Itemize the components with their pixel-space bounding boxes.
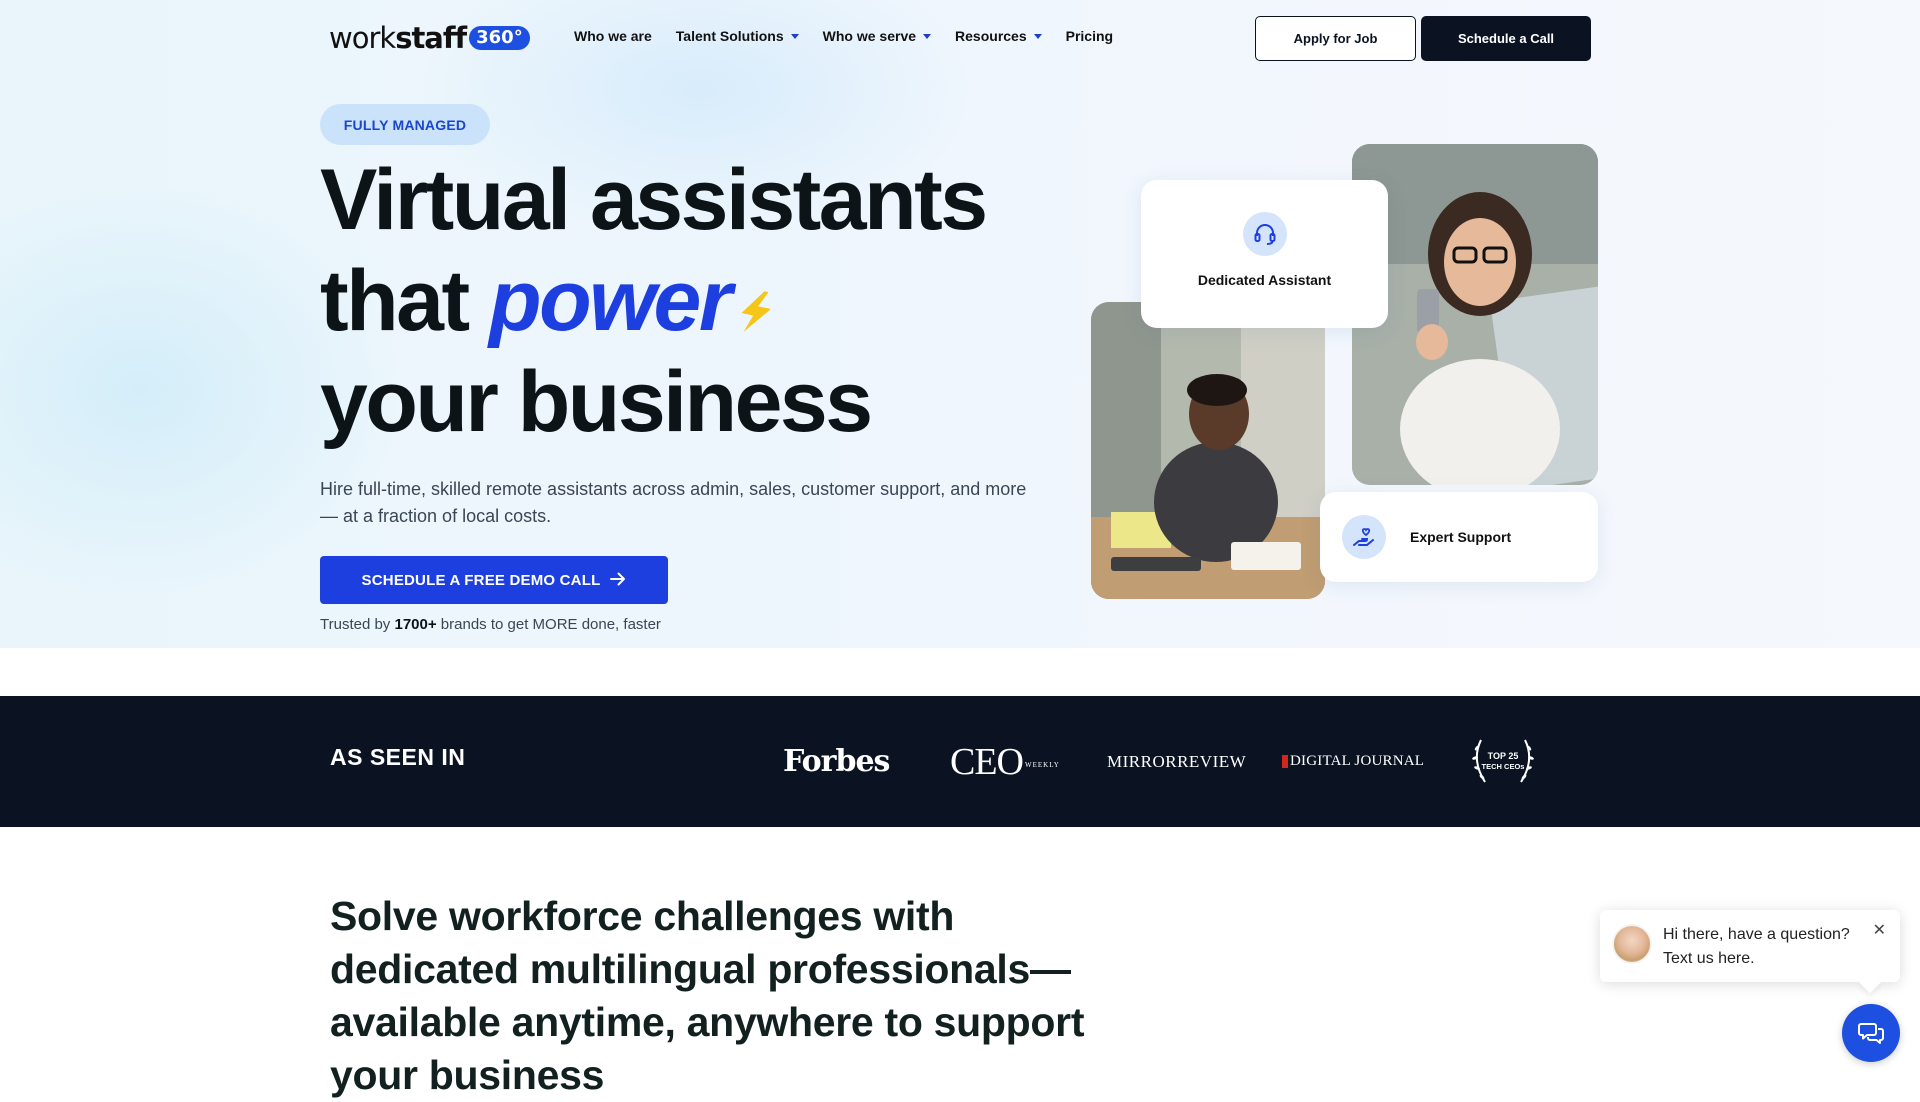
hero-section: workstaff 360° Who we are Talent Solutio…	[0, 0, 1920, 648]
nav-item-talent-solutions[interactable]: Talent Solutions	[676, 28, 799, 44]
chat-message: Hi there, have a question? Text us here.	[1663, 926, 1850, 967]
helping-hand-icon	[1342, 515, 1386, 559]
schedule-call-button[interactable]: Schedule a Call	[1421, 16, 1591, 61]
caret-down-icon	[923, 33, 932, 39]
woman-with-phone-photo	[1352, 144, 1598, 485]
ceo-weekly-logo: CEO WEEKLY	[950, 740, 1060, 783]
as-seen-in-section: AS SEEN IN Forbes CEO WEEKLY MIRRORREVIEW…	[0, 696, 1920, 827]
expert-support-card: Expert Support	[1320, 492, 1598, 582]
dedicated-assistant-label: Dedicated Assistant	[1197, 272, 1332, 288]
logo-wordmark: workstaff	[329, 21, 467, 55]
forbes-logo: Forbes	[783, 744, 890, 779]
man-writing-photo	[1091, 302, 1325, 599]
caret-down-icon	[1033, 33, 1042, 39]
section-heading: Solve workforce challenges with dedicate…	[330, 893, 1085, 1098]
chat-popup-tail	[1858, 970, 1882, 994]
close-icon[interactable]: ✕	[1873, 920, 1886, 940]
main-menu: Who we are Talent Solutions Who we serve…	[574, 28, 1137, 44]
headline-line-1: Virtual assistants	[320, 152, 988, 248]
headline-line-3: your business	[320, 354, 873, 450]
lightning-bolt-icon	[736, 257, 776, 358]
agent-avatar	[1612, 924, 1652, 964]
hero-headline: Virtual assistants that power your busin…	[320, 150, 988, 453]
as-seen-in-title: AS SEEN IN	[330, 744, 466, 770]
expert-support-label: Expert Support	[1410, 529, 1512, 545]
fully-managed-badge: FULLY MANAGED	[320, 104, 490, 145]
hero-subtext: Hire full-time, skilled remote assistant…	[320, 479, 1027, 526]
dedicated-assistant-card: Dedicated Assistant	[1141, 180, 1388, 328]
laurel-line-1: TOP 25	[1488, 751, 1519, 761]
nav-item-who-we-serve[interactable]: Who we serve	[823, 28, 932, 44]
arrow-right-icon	[610, 570, 626, 591]
apply-for-job-button[interactable]: Apply for Job	[1255, 16, 1416, 61]
cta-label: SCHEDULE A FREE DEMO CALL	[361, 571, 601, 589]
chat-popup[interactable]: Hi there, have a question? Text us here. …	[1600, 910, 1900, 994]
chat-bubbles-icon	[1858, 1023, 1884, 1044]
headline-power-word: power	[489, 253, 732, 349]
dj-red-mark	[1282, 755, 1288, 768]
mirror-review-logo: MIRRORREVIEW	[1107, 751, 1247, 771]
chat-launcher-button[interactable]	[1842, 1004, 1900, 1062]
logo[interactable]: workstaff 360°	[329, 21, 530, 55]
nav-item-who-we-are[interactable]: Who we are	[574, 28, 652, 44]
top-nav: workstaff 360° Who we are Talent Solutio…	[0, 0, 1920, 76]
digital-journal-logo: DIGITAL JOURNAL	[1282, 696, 1424, 827]
schedule-demo-button[interactable]: SCHEDULE A FREE DEMO CALL	[320, 556, 668, 604]
headset-icon	[1242, 212, 1287, 256]
top-25-tech-ceos-laurel-logo: TOP 25 TECH CEOs	[1467, 696, 1539, 827]
trusted-by-text: Trusted by 1700+ brands to get MORE done…	[320, 616, 661, 633]
headline-line-2: that power	[320, 251, 986, 352]
logo-badge: 360°	[469, 26, 530, 50]
caret-down-icon	[790, 33, 799, 39]
laurel-line-2: TECH CEOs	[1482, 762, 1525, 771]
nav-item-pricing[interactable]: Pricing	[1066, 28, 1113, 44]
nav-item-resources[interactable]: Resources	[955, 28, 1042, 44]
